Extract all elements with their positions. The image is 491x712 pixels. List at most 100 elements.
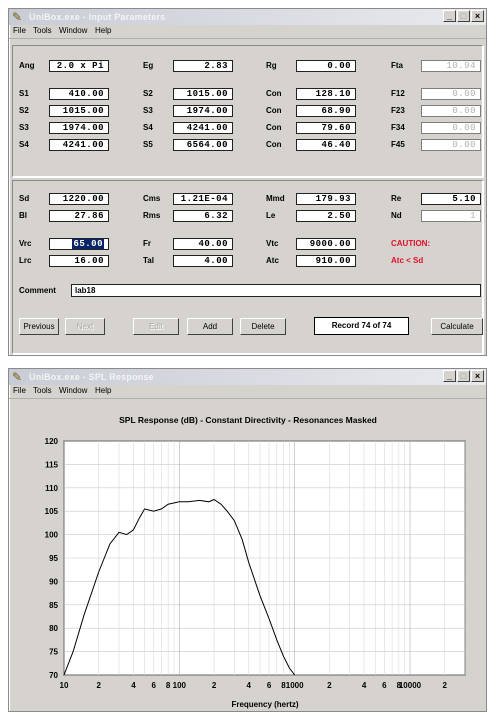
re-field[interactable]: 5.10 [421, 193, 481, 205]
atc-field[interactable]: 910.00 [296, 255, 356, 267]
y-tick-label: 115 [45, 460, 58, 469]
vrc-selected-text: 65.00 [72, 239, 104, 249]
x-tick-label: 2 [327, 681, 332, 690]
driver-parameters-panel: Sd 1220.00 Cms 1.21E-04 Mmd 179.93 Re 5.… [12, 180, 483, 354]
vrc-field[interactable]: 65.00 [49, 238, 109, 250]
y-tick-label: 70 [49, 671, 58, 680]
tal-field[interactable]: 4.00 [173, 255, 233, 267]
atc-label: Atc [266, 256, 279, 265]
previous-button[interactable]: Previous [19, 318, 59, 335]
minimize-button[interactable]: _ [443, 370, 456, 382]
title-bar[interactable]: ✎ UniBox.exe - SPL Response _ □ × [9, 369, 486, 385]
rms-field[interactable]: 6.32 [173, 210, 233, 222]
speaker-sections-panel: Ang 2.0 x Pi Eg 2.83 Rg 0.00 Fta 10.94 S… [12, 45, 483, 177]
y-tick-label: 85 [49, 601, 58, 610]
close-button[interactable]: × [471, 370, 484, 382]
menu-help[interactable]: Help [95, 26, 111, 36]
delete-button[interactable]: Delete [240, 318, 286, 335]
s4-field[interactable]: 4241.00 [173, 122, 233, 134]
close-button[interactable]: × [471, 10, 484, 22]
app-icon: ✎ [12, 370, 23, 384]
input-parameters-window: ✎ UniBox.exe - Input Parameters _ □ × Fi… [8, 8, 487, 356]
fta-label: Fta [391, 61, 403, 70]
x-tick-label: 6 [382, 681, 387, 690]
con-label: Con [266, 89, 282, 98]
x-tick-label: 10 [60, 681, 69, 690]
title-bar[interactable]: ✎ UniBox.exe - Input Parameters _ □ × [9, 9, 486, 25]
record-indicator: Record 74 of 74 [314, 317, 409, 335]
y-tick-labels: 70 75 80 85 90 95 100 105 110 115 120 [45, 437, 59, 680]
fr-field[interactable]: 40.00 [173, 238, 233, 250]
eg-field[interactable]: 2.83 [173, 60, 233, 72]
add-button[interactable]: Add [187, 318, 233, 335]
menu-file[interactable]: File [13, 386, 26, 396]
cms-field[interactable]: 1.21E-04 [173, 193, 233, 205]
sd-field[interactable]: 1220.00 [49, 193, 109, 205]
con-field[interactable]: 79.60 [296, 122, 356, 134]
edit-button[interactable]: Edit [133, 318, 179, 335]
calculate-button[interactable]: Calculate [431, 318, 483, 335]
maximize-button[interactable]: □ [457, 370, 470, 382]
f12-field: 0.00 [421, 88, 481, 100]
vrc-label: Vrc [19, 239, 32, 248]
x-tick-label: 1000 [286, 681, 304, 690]
mmd-label: Mmd [266, 194, 285, 203]
nd-label: Nd [391, 211, 402, 220]
x-tick-label: 4 [131, 681, 136, 690]
f34-label: F34 [391, 123, 405, 132]
vtc-field[interactable]: 9000.00 [296, 238, 356, 250]
x-tick-label: 100 [173, 681, 187, 690]
comment-field[interactable]: lab18 [71, 284, 481, 297]
lrc-field[interactable]: 16.00 [49, 255, 109, 267]
f12-label: F12 [391, 89, 405, 98]
menu-bar: File Tools Window Help [9, 25, 486, 39]
bl-field[interactable]: 27.86 [49, 210, 109, 222]
sd-label: Sd [19, 194, 30, 203]
menu-file[interactable]: File [13, 26, 26, 36]
y-tick-label: 95 [49, 554, 58, 563]
eg-label: Eg [143, 61, 154, 70]
menu-help[interactable]: Help [95, 386, 111, 396]
s3-field[interactable]: 1974.00 [49, 122, 109, 134]
chart-title: SPL Response (dB) - Constant Directivity… [119, 415, 377, 425]
le-label: Le [266, 211, 276, 220]
s4-field[interactable]: 4241.00 [49, 139, 109, 151]
s2-field[interactable]: 1015.00 [173, 88, 233, 100]
caution-label: CAUTION: [391, 239, 431, 248]
x-tick-label: 2 [442, 681, 447, 690]
con-label: Con [266, 106, 282, 115]
x-tick-label: 4 [247, 681, 252, 690]
menu-window[interactable]: Window [59, 386, 87, 396]
s2-field[interactable]: 1015.00 [49, 105, 109, 117]
rg-field[interactable]: 0.00 [296, 60, 356, 72]
tal-label: Tal [143, 256, 154, 265]
s1-field[interactable]: 410.00 [49, 88, 109, 100]
y-tick-label: 75 [49, 648, 58, 657]
le-field[interactable]: 2.50 [296, 210, 356, 222]
maximize-button[interactable]: □ [457, 10, 470, 22]
s4-label: S4 [19, 140, 29, 149]
con-field[interactable]: 128.10 [296, 88, 356, 100]
x-tick-label: 8 [166, 681, 171, 690]
window-title: UniBox.exe - Input Parameters [29, 12, 166, 22]
lrc-label: Lrc [19, 256, 32, 265]
s1-label: S1 [19, 89, 29, 98]
con-field[interactable]: 46.40 [296, 139, 356, 151]
x-tick-label: 6 [152, 681, 157, 690]
menu-tools[interactable]: Tools [33, 386, 52, 396]
rg-label: Rg [266, 61, 277, 70]
minimize-button[interactable]: _ [443, 10, 456, 22]
caution-detail: Atc < Sd [391, 256, 424, 265]
menu-window[interactable]: Window [59, 26, 87, 36]
next-button[interactable]: Next [65, 318, 105, 335]
mmd-field[interactable]: 179.93 [296, 193, 356, 205]
ang-field[interactable]: 2.0 x Pi [49, 60, 109, 72]
f45-label: F45 [391, 140, 405, 149]
menu-tools[interactable]: Tools [33, 26, 52, 36]
rms-label: Rms [143, 211, 161, 220]
f45-field: 0.00 [421, 139, 481, 151]
f34-field: 0.00 [421, 122, 481, 134]
s5-field[interactable]: 6564.00 [173, 139, 233, 151]
con-field[interactable]: 68.90 [296, 105, 356, 117]
s3-field[interactable]: 1974.00 [173, 105, 233, 117]
